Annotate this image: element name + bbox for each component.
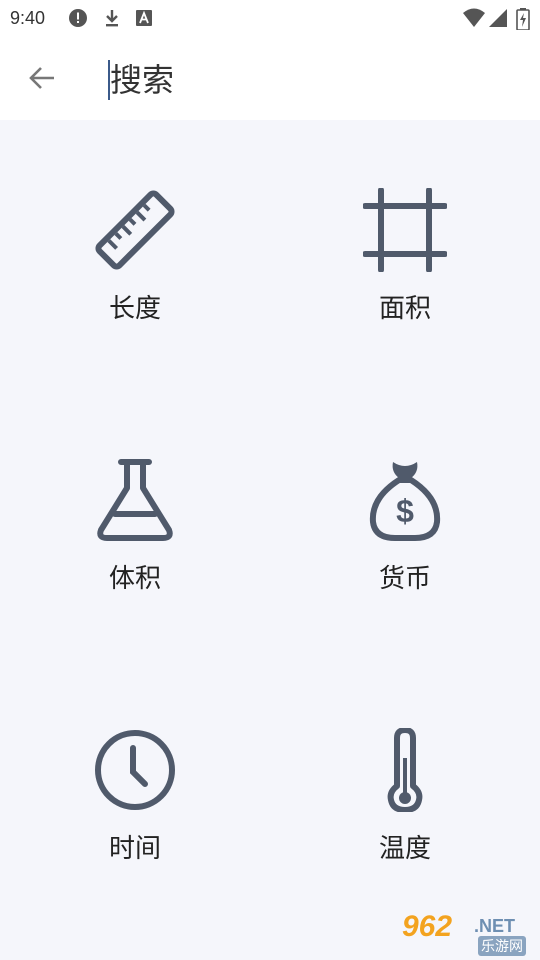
watermark-suffix: .NET bbox=[474, 916, 516, 936]
watermark-brand: 962 bbox=[402, 910, 453, 943]
download-icon bbox=[102, 8, 122, 32]
crop-area-icon bbox=[363, 188, 447, 272]
status-time: 9:40 bbox=[10, 8, 46, 28]
thermometer-icon bbox=[363, 728, 447, 812]
category-label: 长度 bbox=[108, 294, 161, 324]
search-input[interactable] bbox=[110, 58, 490, 102]
category-label: 时间 bbox=[108, 834, 161, 864]
category-time[interactable]: 时间 bbox=[0, 660, 270, 930]
signal-icon bbox=[488, 8, 508, 32]
alert-icon bbox=[68, 8, 88, 32]
battery-charging-icon bbox=[516, 8, 530, 34]
keyboard-a-icon bbox=[134, 8, 154, 32]
category-area[interactable]: 面积 bbox=[270, 120, 540, 390]
ruler-icon bbox=[93, 188, 177, 272]
category-length[interactable]: 长度 bbox=[0, 120, 270, 390]
svg-text:$: $ bbox=[396, 493, 414, 529]
clock-icon bbox=[93, 728, 177, 812]
category-label: 体积 bbox=[108, 564, 161, 594]
watermark-subtitle: 乐游网 bbox=[478, 936, 526, 956]
category-label: 面积 bbox=[378, 294, 431, 324]
category-grid: 长度 面积 体积 $ 货币 时间 温度 bbox=[0, 120, 540, 960]
category-temperature[interactable]: 温度 bbox=[270, 660, 540, 930]
search-field[interactable] bbox=[108, 56, 508, 104]
back-button[interactable] bbox=[22, 58, 62, 98]
wifi-icon bbox=[462, 8, 486, 32]
arrow-left-icon bbox=[29, 67, 54, 89]
watermark-logo: 962 .NET 乐游网 bbox=[402, 910, 532, 956]
status-bar: 9:40 bbox=[0, 0, 540, 36]
flask-icon bbox=[93, 458, 177, 542]
category-currency[interactable]: $ 货币 bbox=[270, 390, 540, 660]
category-label: 货币 bbox=[378, 564, 431, 594]
category-volume[interactable]: 体积 bbox=[0, 390, 270, 660]
money-bag-icon: $ bbox=[363, 458, 447, 542]
category-label: 温度 bbox=[378, 834, 431, 864]
search-header bbox=[0, 36, 540, 120]
